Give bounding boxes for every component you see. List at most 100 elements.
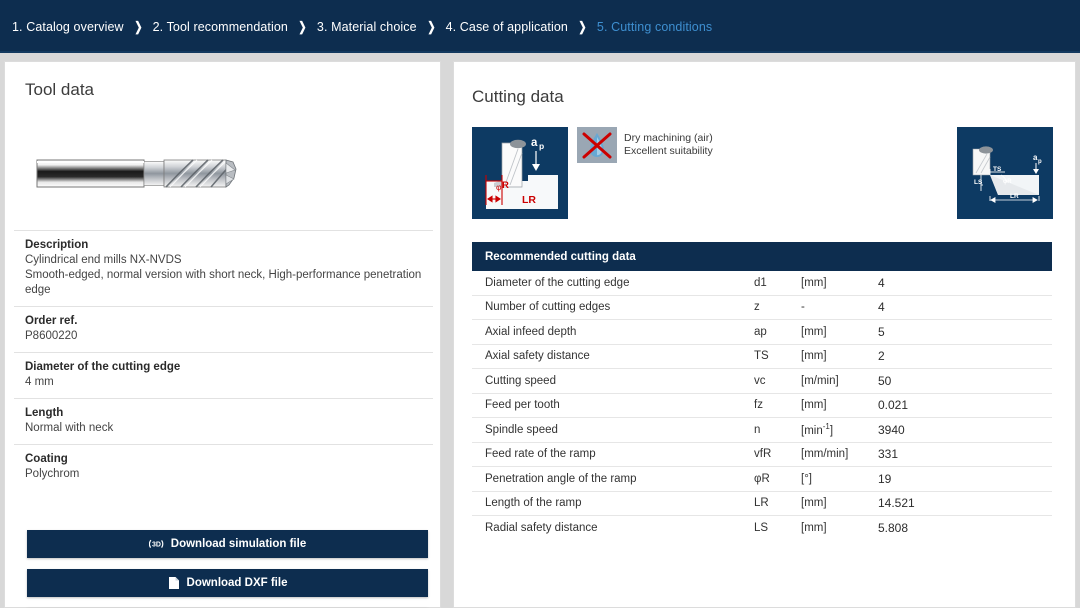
cutting-parameter-value: 50	[878, 373, 892, 388]
cutting-parameter-unit: [min-1]	[801, 422, 878, 437]
table-row: Axial safety distance TS [mm] 2	[472, 345, 1052, 369]
spec-row: Diameter of the cutting edge 4 mm	[14, 352, 433, 398]
download-simulation-file-button[interactable]: 3D Download simulation file	[27, 530, 428, 558]
table-row: Spindle speed n [min-1] 3940	[472, 418, 1052, 443]
cutting-parameter-symbol: TS	[754, 350, 769, 363]
cylindrical-end-mill-photo	[25, 132, 415, 217]
cutting-parameter-symbol: LR	[754, 497, 769, 510]
cutting-parameter-name: Radial safety distance	[485, 522, 598, 535]
coolant-suitability-text: Dry machining (air) Excellent suitabilit…	[624, 132, 713, 158]
cutting-data-title: Cutting data	[472, 87, 564, 106]
breadcrumb-separator-icon: ❯	[298, 19, 307, 34]
cutting-parameter-value: 4	[878, 300, 885, 315]
cutting-parameter-value: 2	[878, 349, 885, 364]
spec-row: Description Cylindrical end mills NX-NVDS…	[14, 230, 433, 306]
cutting-parameter-value: 19	[878, 471, 892, 486]
cutting-parameter-name: Length of the ramp	[485, 497, 582, 510]
cutting-parameter-unit: [mm]	[801, 325, 827, 338]
cutting-parameter-value: 331	[878, 447, 899, 462]
breadcrumb-separator-icon: ❯	[427, 19, 436, 34]
spec-value: Polychrom	[25, 468, 80, 480]
cutting-parameter-value: 4	[878, 275, 885, 290]
cutting-parameter-unit: [mm/min]	[801, 448, 849, 461]
3d-cube-icon: 3D	[148, 537, 164, 551]
svg-text:LR: LR	[1010, 193, 1019, 200]
svg-text:p: p	[1038, 159, 1042, 165]
coolant-line-2: Excellent suitability	[624, 145, 713, 157]
cutting-parameter-symbol: n	[754, 423, 761, 436]
unit-bracket-close: ]	[829, 425, 834, 438]
cutting-parameter-value: 5	[878, 324, 885, 339]
recommended-cutting-data-table: Recommended cutting data Diameter of the…	[472, 242, 1052, 541]
cutting-parameter-name: Diameter of the cutting edge	[485, 276, 630, 289]
cutting-parameter-symbol: φR	[754, 472, 770, 485]
spec-value: P8600220	[25, 330, 78, 342]
tool-action-buttons: 3D Download simulation file Download DXF f…	[27, 530, 428, 608]
cutting-parameter-symbol: ap	[754, 325, 767, 338]
table-row: Cutting speed vc [m/min] 50	[472, 369, 1052, 394]
cutting-parameter-unit: [mm]	[801, 522, 827, 535]
breadcrumb: 1. Catalog overview ❯ 2. Tool recommendati…	[0, 0, 1080, 53]
table-row: Feed per tooth fz [mm] 0.021	[472, 394, 1052, 418]
table-row: Radial safety distance LS [mm] 5.808	[472, 516, 1052, 541]
table-row: Feed rate of the ramp vfR [mm/min] 331	[472, 443, 1052, 467]
svg-text:R: R	[502, 180, 509, 191]
cutting-parameter-unit: -	[801, 301, 805, 314]
breadcrumb-item-4[interactable]: 4. Case of application	[446, 20, 568, 34]
table-row: Penetration angle of the ramp φR [°] 19	[472, 467, 1052, 492]
button-label: Download DXF file	[186, 577, 288, 589]
ramping-plunge-diagram-icon: φ R LR a p	[472, 127, 568, 219]
page-title: Tool data	[25, 80, 94, 99]
download-dxf-file-button[interactable]: Download DXF file	[27, 569, 428, 597]
tool-data-panel: Tool data Description Cylindrical end mi…	[4, 61, 441, 608]
svg-text:TS: TS	[993, 166, 1002, 173]
breadcrumb-item-1[interactable]: 1. Catalog overview	[12, 20, 124, 34]
cutting-parameter-name: Spindle speed	[485, 423, 558, 436]
cutting-parameter-value: 3940	[878, 422, 905, 437]
spec-value: Normal with neck	[25, 422, 114, 434]
svg-text:φR: φR	[1003, 179, 1012, 185]
svg-text:LS: LS	[974, 179, 983, 186]
cutting-parameter-name: Axial safety distance	[485, 350, 590, 363]
breadcrumb-item-3[interactable]: 3. Material choice	[317, 20, 417, 34]
cutting-parameter-symbol: vc	[754, 374, 766, 387]
svg-text:a: a	[531, 137, 538, 149]
cutting-parameter-name: Number of cutting edges	[485, 301, 611, 314]
table-row: Diameter of the cutting edge d1 [mm] 4	[472, 271, 1052, 296]
breadcrumb-item-5[interactable]: 5. Cutting conditions	[597, 20, 712, 34]
tool-spec-list: Description Cylindrical end mills NX-NVDS…	[14, 230, 433, 490]
table-row: Axial infeed depth ap [mm] 5	[472, 320, 1052, 345]
coolant-line-1: Dry machining (air)	[624, 132, 713, 144]
spec-label: Coating	[25, 453, 68, 465]
svg-text:p: p	[539, 141, 544, 151]
unit-base: [min	[801, 425, 823, 438]
breadcrumb-separator-icon: ❯	[578, 19, 587, 34]
ramp-angle-diagram-icon: TS LS LR φR a p	[957, 127, 1053, 219]
breadcrumb-separator-icon: ❯	[134, 19, 143, 34]
table-header: Recommended cutting data	[472, 242, 1052, 271]
cutting-parameter-symbol: LS	[754, 522, 769, 535]
spec-label: Description	[25, 239, 89, 251]
cutting-parameter-name: Axial infeed depth	[485, 325, 577, 338]
button-label: Download simulation file	[170, 538, 307, 550]
spec-row: Order ref. P8600220	[14, 306, 433, 352]
spec-label: Diameter of the cutting edge	[25, 361, 181, 373]
cutting-parameter-unit: [°]	[801, 472, 812, 485]
spec-label: Length	[25, 407, 64, 419]
spec-label: Order ref.	[25, 315, 78, 327]
breadcrumb-item-2[interactable]: 2. Tool recommendation	[153, 20, 288, 34]
cutting-parameter-name: Feed rate of the ramp	[485, 448, 596, 461]
cutting-parameter-unit: [mm]	[801, 350, 827, 363]
cutting-parameter-symbol: z	[754, 301, 760, 314]
spec-row: Length Normal with neck	[14, 398, 433, 444]
spec-value: 4 mm	[25, 376, 54, 388]
cutting-parameter-value: 14.521	[878, 496, 915, 511]
spec-extra-text: Smooth-edged, normal version with short …	[25, 269, 422, 296]
breadcrumb-underline	[0, 51, 1080, 53]
cutting-parameter-unit: [mm]	[801, 276, 827, 289]
svg-text:LR: LR	[522, 194, 536, 206]
page-root: 1. Catalog overview ❯ 2. Tool recommendati…	[0, 0, 1080, 608]
table-row: Number of cutting edges z - 4	[472, 296, 1052, 320]
document-icon	[168, 576, 180, 590]
cutting-parameter-unit: [m/min]	[801, 374, 839, 387]
